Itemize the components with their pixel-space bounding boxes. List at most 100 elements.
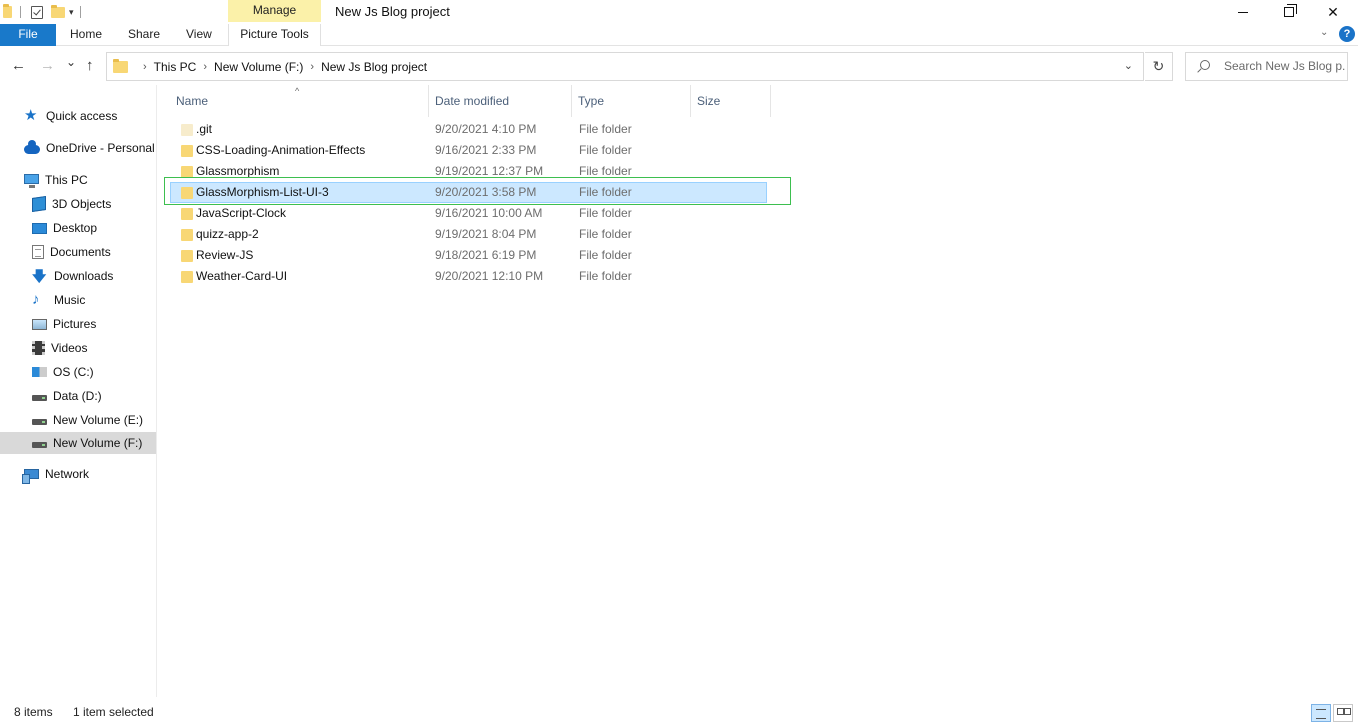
properties-check-icon[interactable]	[31, 5, 43, 19]
sidebar-item-label: This PC	[45, 173, 88, 187]
search-input[interactable]	[1224, 59, 1346, 73]
restore-button[interactable]	[1266, 0, 1312, 24]
column-header-size[interactable]: Size	[691, 85, 771, 117]
close-button[interactable]: ✕	[1310, 0, 1356, 24]
sidebar-item-os-c[interactable]: OS (C:)	[0, 361, 156, 383]
tab-home[interactable]: Home	[70, 24, 102, 46]
sidebar-item-label: Documents	[50, 245, 111, 259]
breadcrumb-separator-icon[interactable]: ›	[143, 61, 147, 73]
minimize-button[interactable]	[1220, 0, 1266, 24]
breadcrumb-current-folder[interactable]: New Js Blog project	[321, 60, 427, 74]
sidebar-item-network[interactable]: Network	[0, 463, 156, 485]
table-row[interactable]: .git 9/20/2021 4:10 PM File folder	[170, 119, 767, 140]
address-bar[interactable]: › This PC › New Volume (F:) › New Js Blo…	[106, 52, 1144, 81]
download-arrow-icon: 🡇	[32, 268, 47, 284]
sidebar-item-documents[interactable]: Documents	[0, 241, 156, 263]
pictures-icon	[32, 318, 47, 330]
breadcrumb-separator-icon[interactable]: ›	[203, 61, 207, 73]
search-box[interactable]	[1185, 52, 1348, 81]
music-note-icon: ♪	[32, 291, 40, 308]
file-type: File folder	[579, 122, 632, 136]
item-count: 8 items	[14, 705, 53, 719]
sidebar-item-label: New Volume (E:)	[53, 413, 144, 427]
file-date: 9/18/2021 6:19 PM	[435, 248, 537, 262]
window-title: New Js Blog project	[335, 4, 450, 19]
sidebar-item-videos[interactable]: Videos	[0, 337, 156, 359]
table-row[interactable]: Review-JS 9/18/2021 6:19 PM File folder	[170, 245, 767, 266]
tab-share[interactable]: Share	[128, 24, 160, 46]
restore-icon	[1284, 4, 1297, 17]
sidebar-item-music[interactable]: ♪ Music	[0, 289, 156, 311]
cube-icon	[32, 196, 46, 212]
sidebar-item-quick-access[interactable]: ★ Quick access	[0, 105, 156, 127]
sidebar-item-data-d[interactable]: Data (D:)	[0, 385, 156, 407]
breadcrumb-this-pc[interactable]: This PC	[154, 60, 197, 74]
table-row[interactable]: Weather-Card-UI 9/20/2021 12:10 PM File …	[170, 266, 767, 287]
folder-icon	[181, 250, 193, 262]
table-row[interactable]: JavaScript-Clock 9/16/2021 10:00 AM File…	[170, 203, 767, 224]
sidebar-item-label: Downloads	[54, 269, 114, 283]
sidebar-item-desktop[interactable]: Desktop	[0, 217, 156, 239]
file-name: Review-JS	[196, 248, 254, 262]
close-icon: ✕	[1327, 3, 1339, 20]
sidebar-item-3d-objects[interactable]: 3D Objects	[0, 193, 156, 215]
title-bar: ▾ Manage New Js Blog project ✕	[0, 0, 1358, 24]
windows-drive-icon	[32, 367, 47, 377]
refresh-button[interactable]: ↻	[1145, 52, 1173, 81]
breadcrumb-separator-icon[interactable]: ›	[310, 61, 314, 73]
manage-context-tab[interactable]: Manage	[228, 0, 321, 22]
sidebar-item-label: OS (C:)	[53, 365, 94, 379]
file-type: File folder	[579, 206, 632, 220]
desktop-icon	[32, 222, 47, 234]
details-view-button[interactable]	[1311, 704, 1331, 722]
sidebar-item-downloads[interactable]: 🡇 Downloads	[0, 265, 156, 287]
drive-icon	[32, 419, 47, 425]
customize-toolbar-icon[interactable]: ▾	[69, 7, 74, 18]
tab-picture-tools[interactable]: Picture Tools	[228, 24, 321, 46]
column-header-type[interactable]: Type	[572, 85, 691, 117]
sidebar-item-label: Data (D:)	[53, 389, 102, 403]
selection-count: 1 item selected	[73, 705, 154, 719]
sidebar-item-label: Quick access	[46, 109, 118, 123]
column-header-date-modified[interactable]: Date modified	[429, 85, 572, 117]
star-icon: ★	[24, 107, 38, 124]
breadcrumb-new-volume-f[interactable]: New Volume (F:)	[214, 60, 303, 74]
sidebar-item-new-volume-e[interactable]: New Volume (E:)	[0, 409, 156, 431]
up-button[interactable]: ↑	[86, 57, 94, 75]
help-icon[interactable]: ?	[1339, 26, 1355, 42]
expand-ribbon-chevron-icon[interactable]: ⌄	[1320, 27, 1328, 38]
table-row[interactable]: CSS-Loading-Animation-Effects 9/16/2021 …	[170, 140, 767, 161]
recent-locations-chevron-icon[interactable]: ⌄	[66, 53, 76, 71]
navigation-pane: ★ Quick access OneDrive - Personal This …	[0, 85, 157, 697]
large-icons-view-button[interactable]	[1333, 704, 1353, 722]
folder-icon	[181, 124, 193, 136]
new-folder-icon[interactable]	[51, 4, 65, 18]
network-icon	[22, 469, 39, 484]
address-dropdown-chevron-icon[interactable]: ⌄	[1124, 59, 1133, 72]
file-date: 9/19/2021 12:37 PM	[435, 164, 544, 178]
file-type: File folder	[579, 143, 632, 157]
cloud-icon	[24, 140, 40, 154]
ribbon: File Home Share View Picture Tools ⌄ ?	[0, 24, 1358, 46]
file-date: 9/20/2021 12:10 PM	[435, 269, 544, 283]
tab-view[interactable]: View	[186, 24, 212, 46]
forward-button[interactable]: →	[40, 57, 55, 75]
column-header-name[interactable]: Name	[170, 85, 429, 117]
sidebar-item-pictures[interactable]: Pictures	[0, 313, 156, 335]
sidebar-item-new-volume-f[interactable]: New Volume (F:)	[0, 432, 156, 454]
drive-icon	[32, 442, 47, 448]
file-date: 9/20/2021 4:10 PM	[435, 122, 537, 136]
sidebar-item-onedrive[interactable]: OneDrive - Personal	[0, 137, 156, 159]
sidebar-item-this-pc[interactable]: This PC	[0, 169, 156, 191]
file-name: CSS-Loading-Animation-Effects	[196, 143, 366, 157]
folder-icon	[181, 271, 193, 283]
sidebar-item-label: OneDrive - Personal	[46, 141, 155, 155]
file-type: File folder	[579, 269, 632, 283]
folder-icon	[181, 229, 193, 241]
file-name: JavaScript-Clock	[196, 206, 287, 220]
table-row[interactable]: quizz-app-2 9/19/2021 8:04 PM File folde…	[170, 224, 767, 245]
tab-file[interactable]: File	[0, 24, 56, 46]
folder-icon	[181, 208, 193, 220]
back-button[interactable]: ←	[11, 57, 26, 75]
column-headers: Name ^ Date modified Type Size	[158, 85, 778, 117]
